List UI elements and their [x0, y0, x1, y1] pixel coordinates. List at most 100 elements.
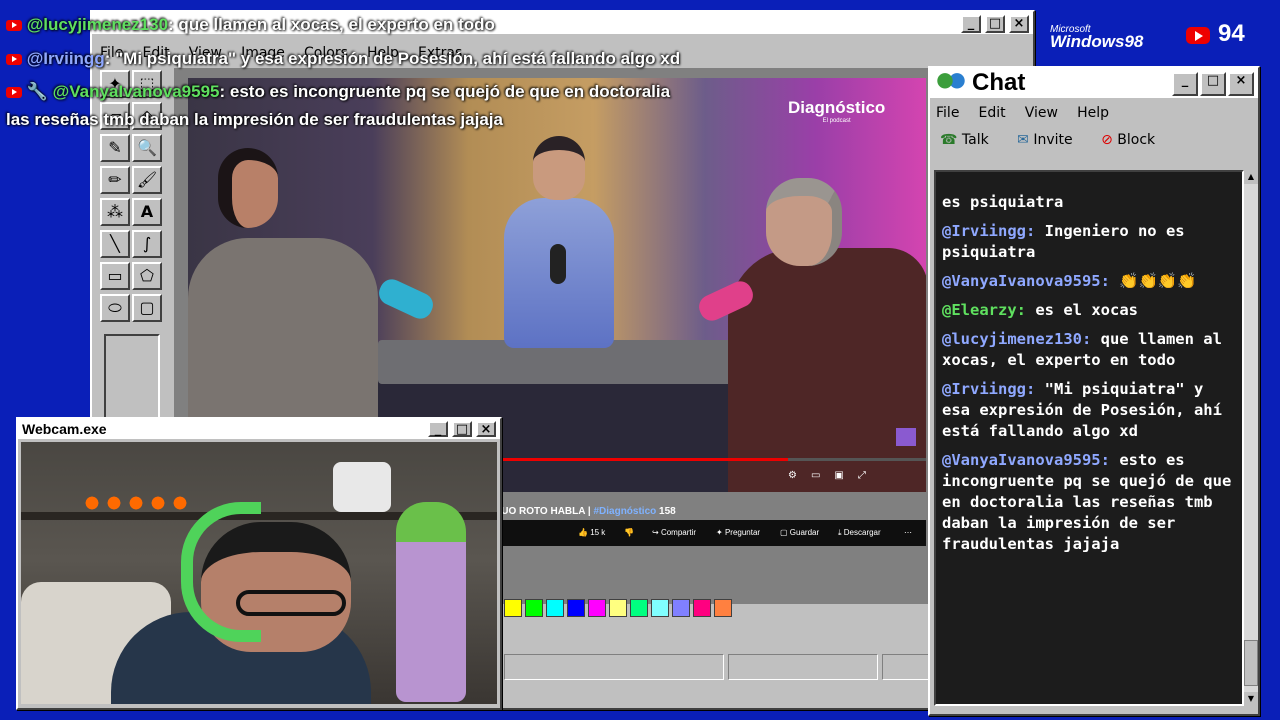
video-title-text: RUO ROTO HABLA |	[494, 506, 594, 517]
chat-users-icon	[936, 72, 966, 94]
save-button[interactable]: ▢ Guardar	[780, 524, 819, 542]
invite-icon: ✉	[1017, 132, 1029, 148]
overlay-chat-line: las reseñas tmb daban la impresión de se…	[6, 110, 503, 130]
rounded-rect-tool-icon[interactable]: ▢	[132, 294, 162, 322]
chat-menu-edit[interactable]: Edit	[979, 105, 1006, 121]
color-swatch[interactable]	[504, 599, 522, 617]
curve-tool-icon[interactable]: ∫	[132, 230, 162, 258]
wrench-icon: 🔧	[26, 82, 48, 101]
color-swatch[interactable]	[714, 599, 732, 617]
channel-watermark	[896, 428, 916, 446]
more-button[interactable]: ⋯	[904, 524, 912, 542]
chat-menubar: File Edit View Help	[936, 102, 1123, 121]
color-swatch[interactable]	[693, 599, 711, 617]
webcam-maximize-button[interactable]: □	[452, 421, 472, 437]
chat-username[interactable]: @VanyaIvanova9595:	[942, 451, 1110, 469]
chat-scrollbar[interactable]: ▲ ▼	[1244, 170, 1258, 706]
text-tool-icon[interactable]: A	[132, 198, 162, 226]
mic-left	[375, 275, 437, 323]
minimize-button[interactable]: _	[961, 15, 981, 33]
tool-options	[104, 334, 160, 424]
chat-log[interactable]: es psiquiatra @Irviingg: Ingeniero no es…	[934, 170, 1244, 706]
download-button[interactable]: ⤓ Descargar	[838, 524, 881, 542]
maximize-button[interactable]: □	[985, 15, 1005, 33]
ask-button[interactable]: ✦ Preguntar	[716, 524, 760, 542]
webcam-minimize-button[interactable]: _	[428, 421, 448, 437]
logo-text: Diagnóstico	[788, 98, 886, 117]
chat-username[interactable]: @lucyjimenez130:	[942, 330, 1091, 348]
color-swatch[interactable]	[588, 599, 606, 617]
ellipse-tool-icon[interactable]: ⬭	[100, 294, 130, 322]
ask-label: Preguntar	[724, 528, 761, 537]
overlay-username: @Irviingg	[26, 49, 105, 68]
invite-button[interactable]: ✉ Invite	[1017, 132, 1072, 148]
diagnostico-logo: Diagnóstico El podcast	[788, 98, 885, 124]
toilet-paper	[333, 462, 391, 512]
overlay-text: : esto es incongruente pq se quejó de qu…	[219, 82, 671, 101]
glasses	[236, 590, 346, 616]
chat-message: @Irviingg: "Mi psiquiatra" y esa expresi…	[942, 379, 1236, 442]
chat-close-button[interactable]: ×	[1228, 72, 1254, 96]
scroll-thumb[interactable]	[1244, 640, 1258, 686]
chat-toolbar: ☎ Talk ✉ Invite ⊘ Block	[940, 132, 1155, 148]
brush-tool-icon[interactable]: 🖌	[132, 166, 162, 194]
video-episode: 158	[656, 506, 676, 517]
talk-label: Talk	[961, 132, 989, 148]
color-swatch[interactable]	[567, 599, 585, 617]
overlay-username: @lucyjimenez130	[26, 15, 169, 34]
color-swatch[interactable]	[630, 599, 648, 617]
close-button[interactable]: ×	[1009, 15, 1029, 33]
chat-username[interactable]: @Irviingg:	[942, 380, 1035, 398]
color-swatch[interactable]	[651, 599, 669, 617]
viewer-counter: 94	[1186, 20, 1245, 48]
chat-username[interactable]: @VanyaIvanova9595:	[942, 272, 1110, 290]
color-swatch[interactable]	[672, 599, 690, 617]
youtube-badge-icon	[6, 87, 22, 99]
chat-menu-help[interactable]: Help	[1077, 105, 1109, 121]
save-label: Guardar	[789, 528, 820, 537]
chat-message: @Irviingg: Ingeniero no es psiquiatra	[942, 221, 1236, 263]
chat-title: Chat	[972, 69, 1026, 96]
color-swatch[interactable]	[546, 599, 564, 617]
person-left-head	[218, 148, 278, 228]
viewer-count: 94	[1218, 20, 1245, 47]
chat-menu-view[interactable]: View	[1025, 105, 1058, 121]
chat-menu-file[interactable]: File	[936, 105, 959, 121]
dislike-button[interactable]: 👎	[624, 524, 634, 542]
share-button[interactable]: ↪ Compartir	[652, 524, 696, 542]
scroll-up-arrow-icon[interactable]: ▲	[1244, 170, 1258, 184]
rectangle-tool-icon[interactable]: ▭	[100, 262, 130, 290]
chat-message: @VanyaIvanova9595: esto es incongruente …	[942, 450, 1236, 555]
block-button[interactable]: ⊘ Block	[1101, 132, 1155, 148]
mic-center	[550, 244, 566, 284]
overlay-text: : que llamen al xocas, el experto en tod…	[168, 15, 495, 34]
pencil-tool-icon[interactable]: ✏	[100, 166, 130, 194]
picker-tool-icon[interactable]: ✎	[100, 134, 130, 162]
like-button[interactable]: 👍 15 k	[578, 524, 605, 542]
line-tool-icon[interactable]: ╲	[100, 230, 130, 258]
chat-username[interactable]: @Elearzy:	[942, 301, 1026, 319]
video-hashtag[interactable]: #Diagnóstico	[593, 506, 656, 517]
chat-window: Chat _ □ × File Edit View Help ☎ Talk ✉ …	[928, 66, 1260, 716]
figurine	[396, 502, 466, 702]
airbrush-tool-icon[interactable]: ⁂	[100, 198, 130, 226]
color-swatch[interactable]	[609, 599, 627, 617]
talk-button[interactable]: ☎ Talk	[940, 132, 989, 148]
person-left	[188, 238, 378, 438]
chat-maximize-button[interactable]: □	[1200, 72, 1226, 96]
block-label: Block	[1117, 132, 1156, 148]
windows-logo: Microsoft Windows98	[1050, 24, 1143, 52]
person-right-head	[766, 178, 842, 266]
polygon-tool-icon[interactable]: ⬠	[132, 262, 162, 290]
magnifier-tool-icon[interactable]: 🔍	[132, 134, 162, 162]
chat-minimize-button[interactable]: _	[1172, 72, 1198, 96]
color-swatch[interactable]	[525, 599, 543, 617]
webcam-feed	[21, 442, 497, 704]
flowers	[81, 492, 191, 514]
share-label: Compartir	[660, 528, 697, 537]
overlay-username: @VanyaIvanova9595	[52, 82, 220, 101]
webcam-close-button[interactable]: ×	[476, 421, 496, 437]
like-count: 15 k	[590, 528, 606, 537]
chat-username[interactable]: @Irviingg:	[942, 222, 1035, 240]
scroll-down-arrow-icon[interactable]: ▼	[1244, 692, 1258, 706]
